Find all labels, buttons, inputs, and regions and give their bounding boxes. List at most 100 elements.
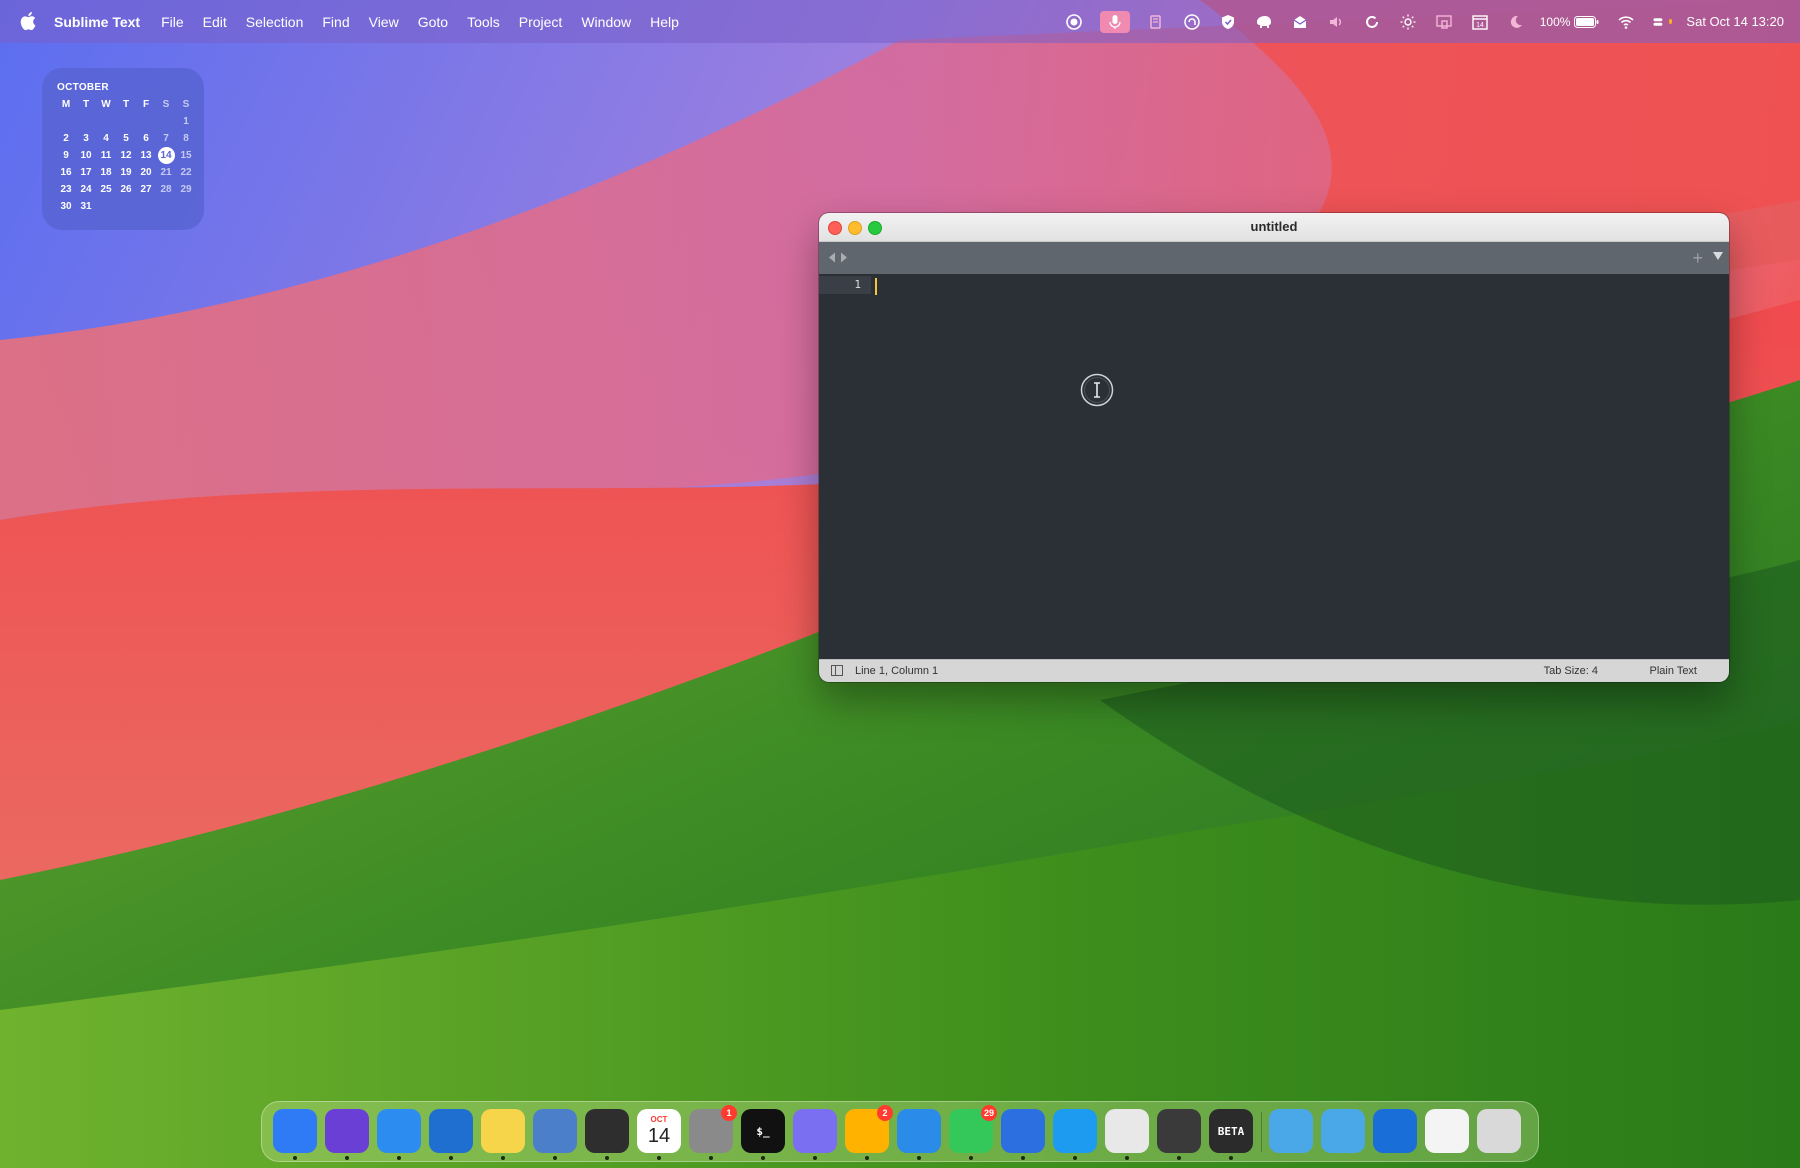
menu-file[interactable]: File [161,14,184,30]
calendar-day [96,198,116,215]
menu-edit[interactable]: Edit [203,14,227,30]
tab-bar[interactable]: + [819,242,1729,274]
vpn-icon[interactable] [1182,12,1202,32]
calendar-weekday: M [61,99,71,110]
downloads-folder-dock-icon[interactable] [1269,1109,1313,1153]
chatgpt-beta-dock-icon[interactable]: BETA [1209,1109,1253,1153]
wifi-icon[interactable] [1616,12,1636,32]
calendar-day: 12 [120,150,132,161]
calendar-day: 26 [120,184,132,195]
mail-icon[interactable] [1290,12,1310,32]
menu-view[interactable]: View [369,14,399,30]
calendar-day: 2 [63,133,69,144]
calendar-dock-icon[interactable]: OCT 14 [637,1109,681,1153]
safari-dock-icon[interactable] [897,1109,941,1153]
calendar-day: 7 [163,133,169,144]
documents-folder-dock-icon[interactable] [1321,1109,1365,1153]
running-indicator [397,1156,401,1160]
messages-dock-icon[interactable]: 29 [949,1105,997,1153]
textedit-dock-icon[interactable] [1425,1109,1469,1153]
record-icon[interactable] [1064,12,1084,32]
shield-icon[interactable] [1218,12,1238,32]
syntax-selector[interactable]: Plain Text [1650,665,1698,677]
calendar-weekday: T [122,99,130,110]
calendar-day: 10 [80,150,92,161]
calendar-grid: M T W T F S S 1 2 3 4 5 6 7 8 9 10 11 12 13 14 15 16 17 18 19 20 21… [56,96,196,215]
menu-window[interactable]: Window [581,14,631,30]
xcode-dock-icon[interactable] [1001,1109,1045,1153]
apple-menu-icon[interactable] [20,11,36,31]
calendar-day [116,113,136,130]
1password-dock-icon[interactable] [1373,1109,1417,1153]
notes-dock-icon[interactable] [481,1109,525,1153]
tab-forward-icon[interactable] [840,252,848,263]
menu-selection[interactable]: Selection [246,14,304,30]
display-icon[interactable] [1434,12,1454,32]
tab-list-chevron-icon[interactable] [1713,252,1723,260]
editor-area[interactable]: 1 [819,274,1729,660]
sublime-text-window[interactable]: untitled + 1 Line 1, Column 1 Tab Size: … [819,213,1729,682]
calendar-today: 14 [157,147,175,164]
twitter-dock-icon[interactable] [1053,1109,1097,1153]
menu-help[interactable]: Help [650,14,679,30]
calendar-day: 27 [140,184,152,195]
moon-icon[interactable] [1506,12,1526,32]
running-indicator [657,1156,661,1160]
dock-app-label: BETA [1217,1124,1245,1138]
running-indicator [293,1156,297,1160]
tab-size-selector[interactable]: Tab Size: 4 [1544,665,1598,677]
mail-purple-dock-icon[interactable] [325,1109,369,1153]
calendar-widget[interactable]: OCTOBER M T W T F S S 1 2 3 4 5 6 7 8 9 10 11 12 13 14 15 16 17… [42,68,204,230]
microphone-icon[interactable] [1099,10,1130,33]
sublime-text-dock-icon[interactable] [585,1109,629,1153]
trash-dock-icon[interactable] [1477,1109,1521,1153]
elephant-icon[interactable] [1254,12,1274,32]
calendar-day: 3 [83,133,89,144]
volume-icon[interactable] [1326,12,1346,32]
sidebar-toggle-icon[interactable] [831,665,843,676]
svg-text:14: 14 [1476,22,1484,29]
new-tab-icon[interactable]: + [1692,248,1703,269]
calendar-day: 13 [140,150,152,161]
cup-icon[interactable] [1146,12,1166,32]
system-settings-dock-icon[interactable]: 1 [689,1105,737,1153]
running-indicator [969,1156,973,1160]
preview-dock-icon[interactable] [533,1109,577,1153]
battery-status[interactable]: 100% [1540,15,1601,29]
app-menu[interactable]: Sublime Text [54,14,140,30]
quicktime-dock-icon[interactable] [1157,1109,1201,1153]
menubar-clock[interactable]: Sat Oct 14 13:20 [1686,14,1784,29]
script-editor-dock-icon[interactable] [1105,1109,1149,1153]
window-titlebar[interactable]: untitled [819,213,1729,242]
control-center-icon[interactable] [1652,12,1673,32]
menu-find[interactable]: Find [322,14,349,30]
notification-badge: 2 [877,1105,893,1121]
calendar-day [136,113,156,130]
calendar-day [76,113,96,130]
terminal-dock-icon[interactable]: $_ [741,1109,785,1153]
refresh-icon[interactable] [1362,12,1382,32]
calendar-weekday: F [142,99,150,110]
calendar-day [156,198,176,215]
calendar-day: 31 [80,201,92,212]
finder-dock-icon[interactable] [273,1109,317,1153]
menu-project[interactable]: Project [519,14,563,30]
whatsapp-dock-icon[interactable]: 2 [845,1105,893,1153]
menu-tools[interactable]: Tools [467,14,500,30]
menu-goto[interactable]: Goto [418,14,448,30]
running-indicator [1125,1156,1129,1160]
calendar-day: 28 [160,184,172,195]
dock-app-label: $_ [756,1124,770,1138]
stack-app-dock-icon[interactable] [793,1109,837,1153]
mail-dock-icon[interactable] [377,1109,421,1153]
tab-back-icon[interactable] [828,252,836,263]
calendar-day: 24 [80,184,92,195]
vscode-dock-icon[interactable] [429,1109,473,1153]
calendar-icon[interactable]: 14 [1470,12,1490,32]
calendar-day [156,113,176,130]
calendar-day: 5 [123,133,129,144]
brightness-icon[interactable] [1398,12,1418,32]
calendar-day: 1 [183,116,189,127]
calendar-day: 11 [100,150,112,161]
running-indicator [917,1156,921,1160]
